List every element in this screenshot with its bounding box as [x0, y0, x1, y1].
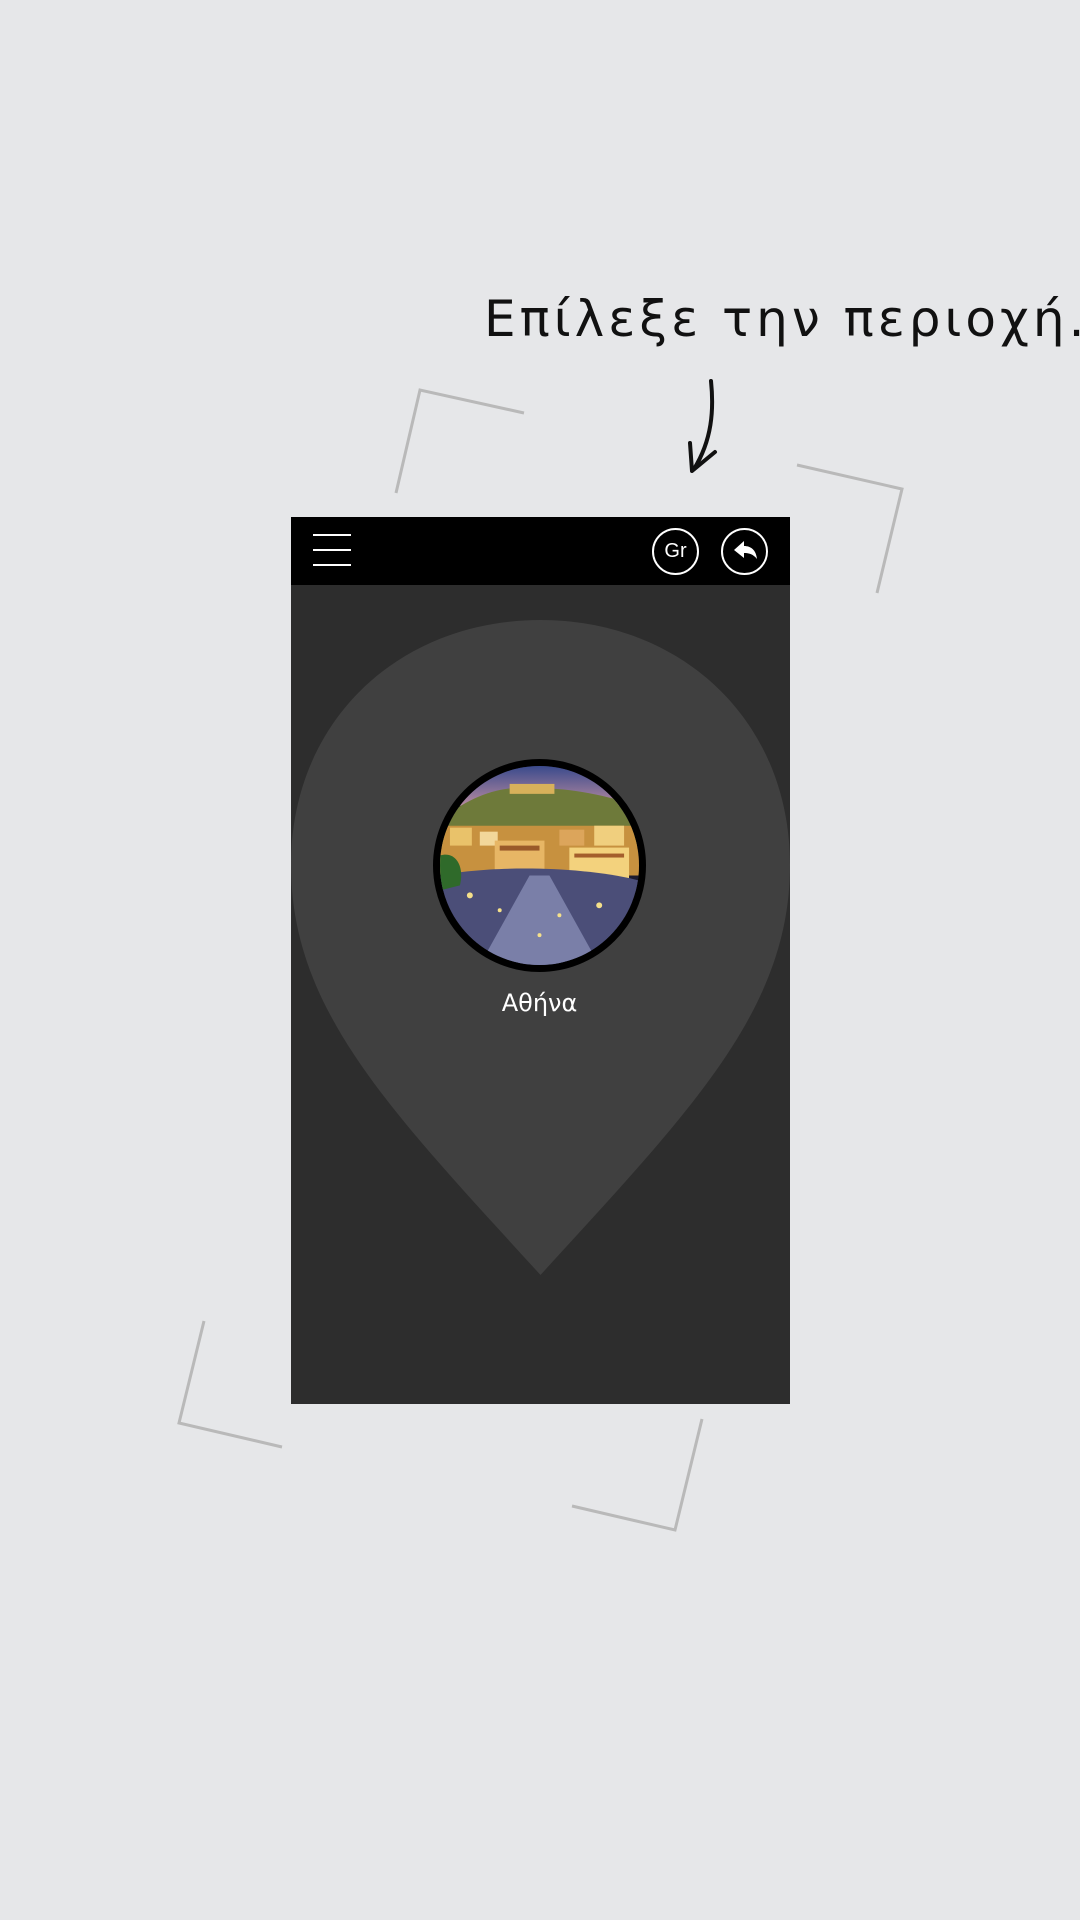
language-label: Gr [664, 540, 687, 562]
instruction-text: Επίλεξε την περιοχή. [484, 290, 1080, 348]
frame-corner-bottom-right [571, 1418, 704, 1532]
app-screen: Gr Αθήνα [291, 517, 790, 1404]
athens-photo [433, 759, 646, 972]
location-item[interactable]: Αθήνα [426, 759, 653, 1017]
frame-corner-top-right [796, 463, 904, 594]
back-button[interactable] [721, 528, 768, 575]
location-name: Αθήνα [501, 989, 578, 1017]
frame-corner-bottom-left [177, 1320, 283, 1449]
language-button[interactable]: Gr [652, 528, 699, 575]
top-bar: Gr [291, 517, 790, 585]
hamburger-menu-icon[interactable] [313, 534, 351, 566]
arrow-down-icon [688, 379, 717, 473]
back-arrow-icon [733, 540, 757, 559]
frame-corner-top-left [394, 388, 525, 494]
